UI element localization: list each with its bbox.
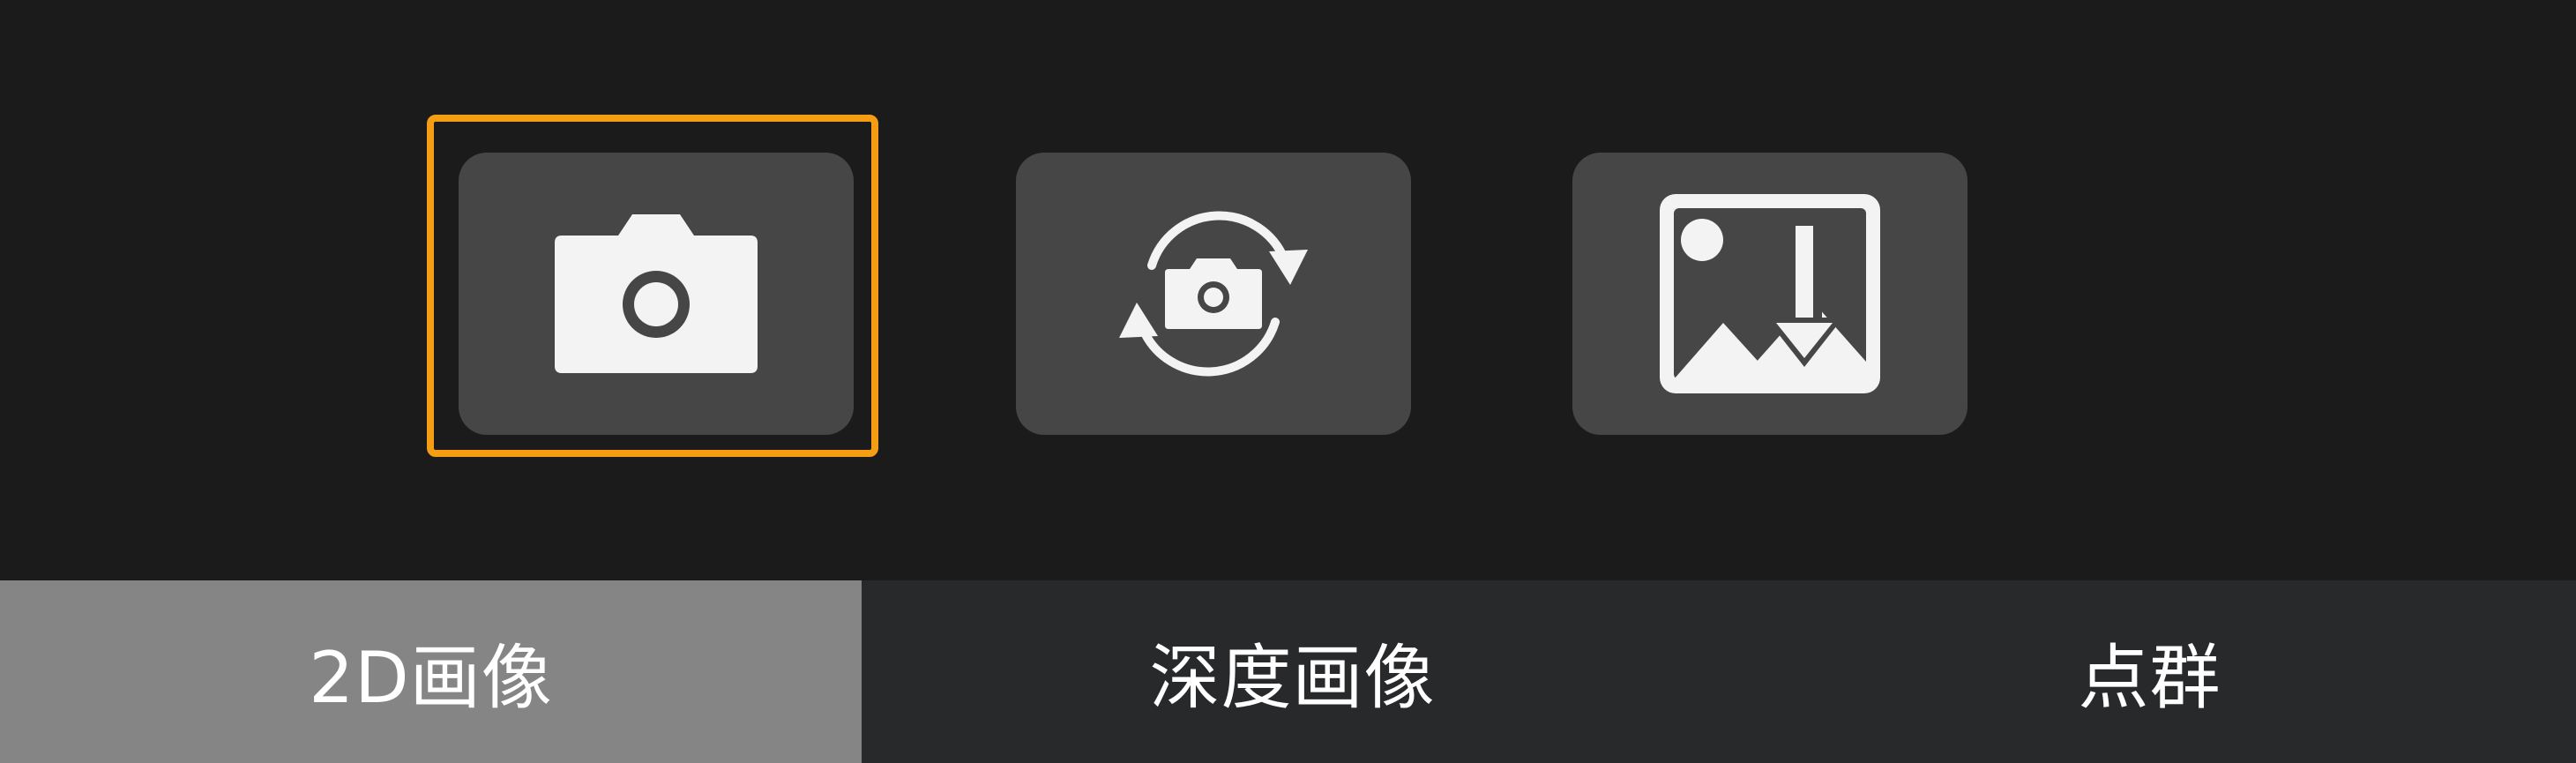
tab-2d-image[interactable]: 2D画像	[0, 580, 862, 763]
view-tabs: 2D画像 深度画像 点群	[0, 580, 2576, 763]
image-download-icon	[1660, 194, 1880, 393]
camera-icon	[555, 214, 758, 373]
load-image-button[interactable]	[1572, 153, 1967, 435]
tab-depth-image[interactable]: 深度画像	[862, 580, 1723, 763]
continuous-capture-button[interactable]	[1016, 153, 1411, 435]
capture-2d-button[interactable]	[427, 115, 878, 457]
capture-toolbar	[0, 0, 2576, 580]
tab-point-cloud[interactable]: 点群	[1723, 580, 2576, 763]
viewer-panel: 2D画像 深度画像 点群	[0, 0, 2576, 763]
camera-rotate-icon	[1119, 211, 1308, 377]
